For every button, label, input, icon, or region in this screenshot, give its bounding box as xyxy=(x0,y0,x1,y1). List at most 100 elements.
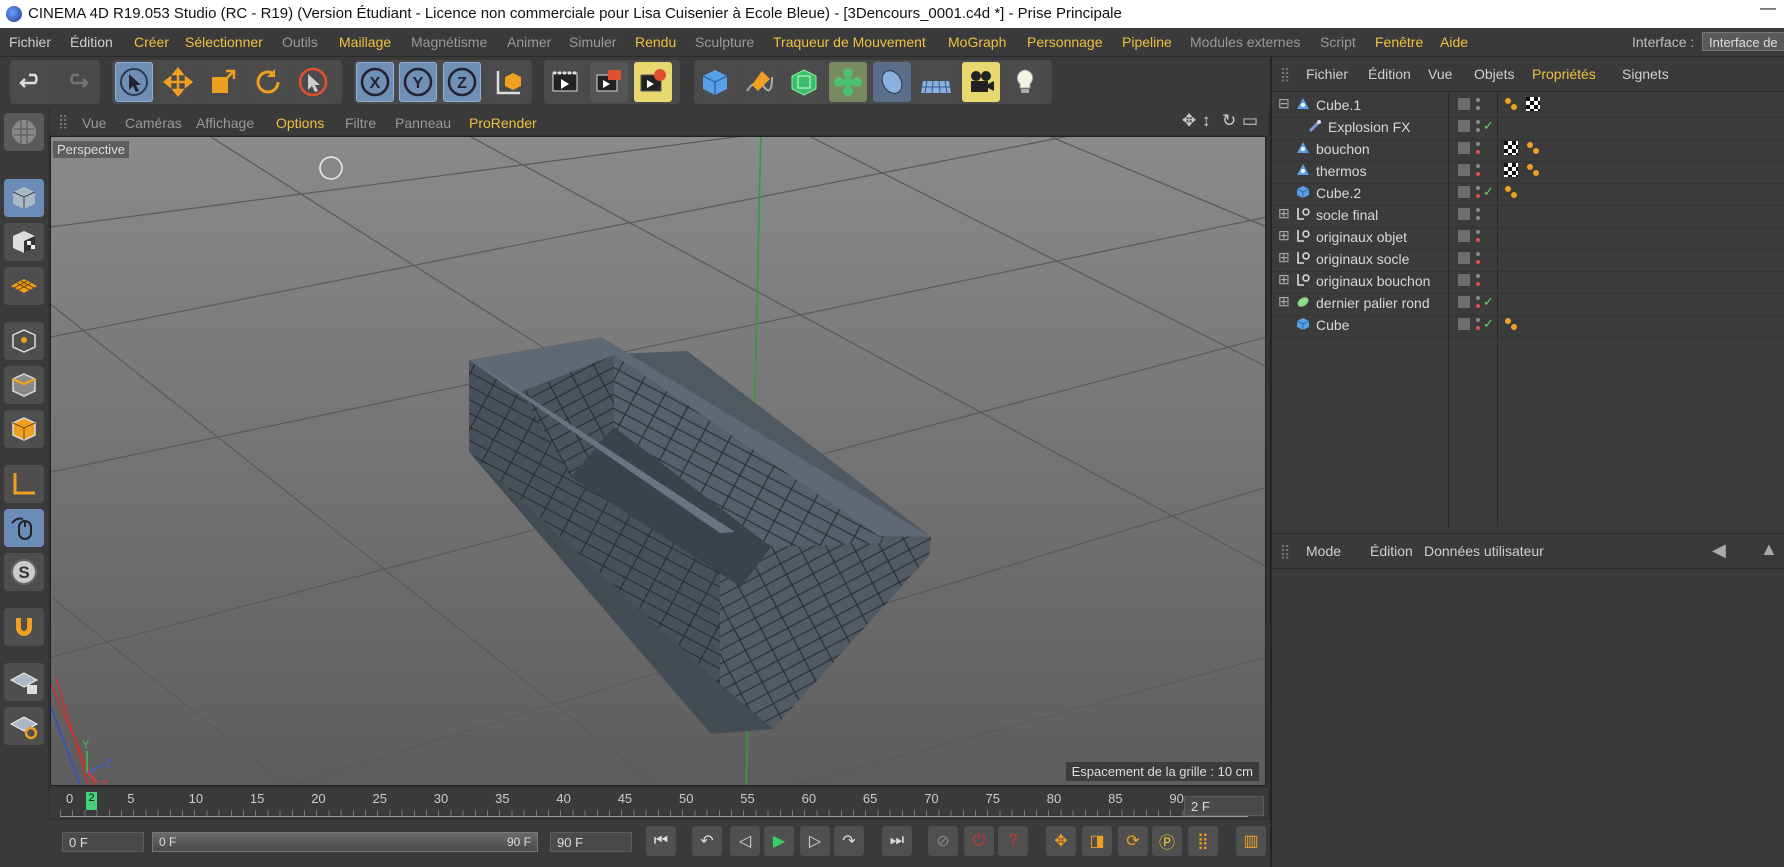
world-coordinates-icon[interactable] xyxy=(489,62,527,102)
move-key-icon[interactable]: ✥ xyxy=(1046,826,1076,856)
editor-visibility-dot[interactable] xyxy=(1476,186,1480,190)
am-up-icon[interactable]: ▲ xyxy=(1760,539,1778,560)
menu-creer[interactable]: Créer xyxy=(134,34,169,50)
editor-visibility-dot[interactable] xyxy=(1476,164,1480,168)
menu-simuler[interactable]: Simuler xyxy=(569,34,616,50)
material-tag-icon[interactable] xyxy=(1504,317,1518,331)
render-visibility-dot[interactable] xyxy=(1476,304,1480,308)
editor-visibility-dot[interactable] xyxy=(1476,98,1480,102)
menu-outils[interactable]: Outils xyxy=(282,34,318,50)
render-visibility-dot[interactable] xyxy=(1476,172,1480,176)
layer-visibility-icon[interactable] xyxy=(1458,208,1470,220)
previous-key-icon[interactable]: ↶ xyxy=(692,826,722,856)
scale-key-icon[interactable]: ◨ xyxy=(1082,826,1112,856)
object-name[interactable]: bouchon xyxy=(1316,141,1370,157)
camera-label[interactable]: Perspective xyxy=(53,141,129,158)
render-visibility-dot[interactable] xyxy=(1476,150,1480,154)
object-name[interactable]: thermos xyxy=(1316,163,1367,179)
next-key-icon[interactable]: ↷ xyxy=(834,826,864,856)
end-frame-field[interactable]: 90 F xyxy=(550,832,632,852)
autokey-icon[interactable]: ⏻ xyxy=(964,826,994,856)
render-visibility-dot[interactable] xyxy=(1476,128,1480,132)
object-name[interactable]: dernier palier rond xyxy=(1316,295,1430,311)
editor-visibility-dot[interactable] xyxy=(1476,252,1480,256)
previous-frame-icon[interactable]: ◁ xyxy=(730,826,760,856)
timeline[interactable]: 0 5 10 15 20 25 30 35 40 45 50 55 60 65 70 75 80 85 90 2 2… xyxy=(50,788,1268,818)
menu-aide[interactable]: Aide xyxy=(1440,34,1468,50)
timeline-current-frame[interactable]: 2 xyxy=(86,792,97,810)
rotate-key-icon[interactable]: ⟳ xyxy=(1118,826,1148,856)
viewport-scene[interactable]: Y Z X xyxy=(51,137,1266,786)
expand-toggle-icon[interactable]: ⊟ xyxy=(1278,95,1290,112)
points-mode-icon[interactable] xyxy=(4,322,44,360)
undo-icon[interactable] xyxy=(13,62,51,102)
layer-visibility-icon[interactable] xyxy=(1458,318,1470,330)
rotate-icon[interactable] xyxy=(249,62,287,102)
subdivision-icon[interactable] xyxy=(785,62,823,102)
enabled-check-icon[interactable]: ✓ xyxy=(1483,316,1494,332)
deformer-icon[interactable] xyxy=(873,62,911,102)
render-visibility-dot[interactable] xyxy=(1476,106,1480,110)
cube-object-icon[interactable] xyxy=(696,62,734,102)
object-name[interactable]: Explosion FX xyxy=(1328,119,1410,135)
play-icon[interactable]: ▶ xyxy=(764,826,794,856)
viewport-zoom-icon[interactable]: ↕ xyxy=(1202,111,1211,131)
am-back-icon[interactable]: ◀ xyxy=(1712,540,1726,561)
3d-viewport[interactable]: Y Z X Perspective Espacement de la grill… xyxy=(50,136,1266,786)
magnet-icon[interactable] xyxy=(4,608,44,646)
object-name[interactable]: socle final xyxy=(1316,207,1378,223)
go-to-end-icon[interactable]: ⏭ xyxy=(882,826,912,856)
workplane-lock-icon[interactable] xyxy=(4,663,44,701)
render-settings-icon[interactable] xyxy=(634,62,672,102)
pla-key-icon[interactable]: ⣿ xyxy=(1188,826,1218,856)
render-visibility-dot[interactable] xyxy=(1476,282,1480,286)
editor-visibility-dot[interactable] xyxy=(1476,318,1480,322)
expand-toggle-icon[interactable]: ⊞ xyxy=(1278,205,1290,222)
floor-icon[interactable] xyxy=(917,62,955,102)
layer-visibility-icon[interactable] xyxy=(1458,230,1470,242)
start-frame-field[interactable]: 0 F xyxy=(62,832,144,852)
render-visibility-dot[interactable] xyxy=(1476,238,1480,242)
checker-tag-icon[interactable] xyxy=(1504,141,1518,155)
viewport-menu-panneau[interactable]: Panneau xyxy=(395,115,451,131)
layer-visibility-icon[interactable] xyxy=(1458,142,1470,154)
edges-mode-icon[interactable] xyxy=(4,366,44,404)
object-row[interactable]: Cube ✓ xyxy=(1272,313,1784,338)
viewport-menu-affichage[interactable]: Affichage xyxy=(196,115,254,131)
menu-maillage[interactable]: Maillage xyxy=(339,34,391,50)
om-menu-proprietes[interactable]: Propriétés xyxy=(1532,66,1596,82)
menu-selectionner[interactable]: Sélectionner xyxy=(185,34,263,50)
pen-spline-icon[interactable] xyxy=(740,62,778,102)
param-key-icon[interactable]: Ⓟ xyxy=(1152,826,1182,856)
expand-toggle-icon[interactable]: ⊞ xyxy=(1278,227,1290,244)
menu-mograph[interactable]: MoGraph xyxy=(948,34,1006,50)
menu-edition[interactable]: Édition xyxy=(70,34,113,50)
menu-sculpture[interactable]: Sculpture xyxy=(695,34,754,50)
menu-script[interactable]: Script xyxy=(1320,34,1356,50)
object-name[interactable]: Cube.1 xyxy=(1316,97,1361,113)
editor-visibility-dot[interactable] xyxy=(1476,230,1480,234)
viewport-menu-cameras[interactable]: Caméras xyxy=(125,115,182,131)
render-visibility-dot[interactable] xyxy=(1476,194,1480,198)
layer-visibility-icon[interactable] xyxy=(1458,252,1470,264)
keyframe-selection-icon[interactable]: ? xyxy=(998,826,1028,856)
next-frame-icon[interactable]: ▷ xyxy=(800,826,830,856)
axis-mode-icon[interactable] xyxy=(4,465,44,503)
menu-traqueur[interactable]: Traqueur de Mouvement xyxy=(773,34,926,50)
polygons-mode-icon[interactable] xyxy=(4,410,44,448)
redo-icon[interactable] xyxy=(57,62,95,102)
editor-visibility-dot[interactable] xyxy=(1476,274,1480,278)
am-menu-mode[interactable]: Mode xyxy=(1306,543,1341,559)
menu-personnage[interactable]: Personnage xyxy=(1027,34,1103,50)
last-tool-icon[interactable] xyxy=(294,62,332,102)
om-menu-objets[interactable]: Objets xyxy=(1474,66,1514,82)
viewport-solo-icon[interactable] xyxy=(4,113,44,151)
menu-fichier[interactable]: Fichier xyxy=(9,34,51,50)
preview-range-slider[interactable]: 0 F 90 F xyxy=(152,832,538,852)
viewport-menu-filtre[interactable]: Filtre xyxy=(345,115,376,131)
checker-tag-icon[interactable] xyxy=(1526,97,1540,111)
object-name[interactable]: Cube.2 xyxy=(1316,185,1361,201)
om-menu-fichier[interactable]: Fichier xyxy=(1306,66,1348,82)
snap-icon[interactable]: S xyxy=(4,553,44,591)
am-menu-edition[interactable]: Édition xyxy=(1370,543,1413,559)
